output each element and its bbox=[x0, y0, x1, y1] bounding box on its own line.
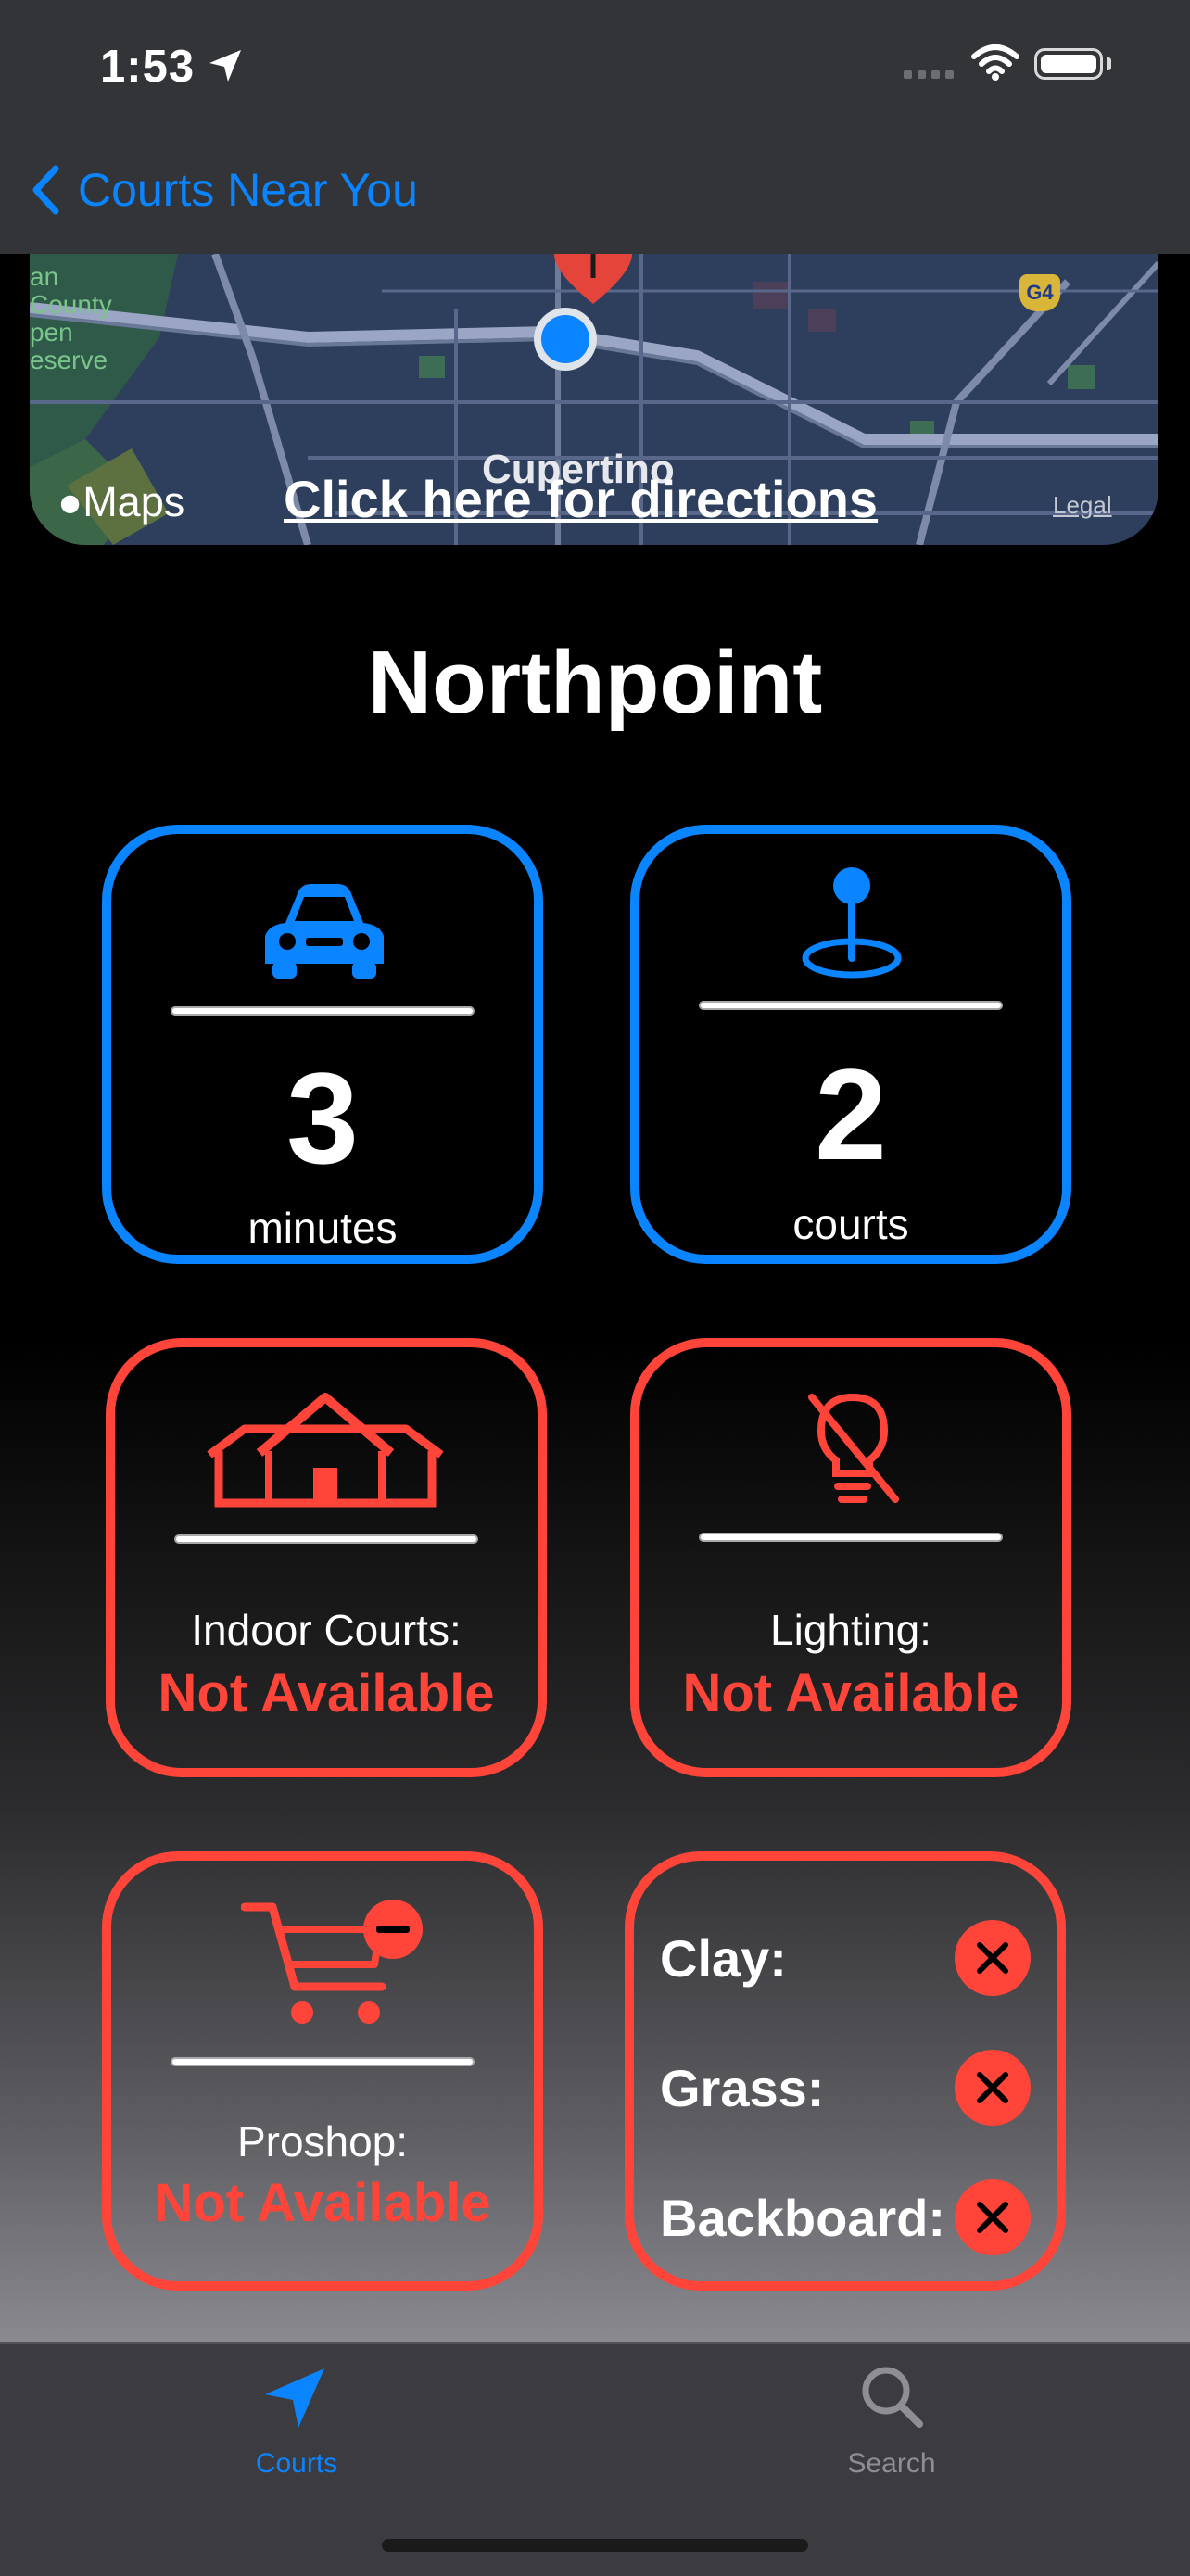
directions-link[interactable]: Click here for directions bbox=[284, 469, 878, 529]
surface-label: Clay: bbox=[660, 1928, 787, 1988]
court-count-card: 2 courts bbox=[630, 825, 1071, 1264]
card-divider bbox=[699, 1533, 1003, 1542]
battery-icon bbox=[1034, 48, 1103, 80]
card-divider bbox=[699, 1001, 1003, 1010]
status-time: 1:53 bbox=[100, 42, 196, 92]
map-legal-link[interactable]: Legal bbox=[1053, 491, 1112, 520]
map-view[interactable]: G4 an County pen eserve Cupertino ●Maps … bbox=[30, 254, 1158, 545]
surface-row-backboard: Backboard: bbox=[660, 2179, 1031, 2255]
highway-shield: G4 bbox=[1019, 274, 1060, 311]
surfaces-card: Clay: Grass: Backboard: bbox=[625, 1851, 1066, 2291]
card-divider bbox=[171, 2057, 475, 2066]
cellular-signal-icon bbox=[904, 70, 954, 79]
apple-logo-icon: ● bbox=[57, 478, 83, 525]
court-count-unit: courts bbox=[792, 1200, 909, 1248]
cart-minus-icon bbox=[241, 1900, 423, 2024]
map-pin-icon bbox=[802, 867, 902, 979]
court-name-heading: Northpoint bbox=[367, 633, 823, 732]
tab-search[interactable]: Search bbox=[753, 2344, 1031, 2502]
location-services-icon bbox=[209, 50, 241, 82]
tab-courts[interactable]: Courts bbox=[158, 2344, 436, 2502]
drive-time-unit: minutes bbox=[247, 1204, 398, 1252]
surface-label: Grass: bbox=[660, 2058, 825, 2117]
proshop-label: Proshop: bbox=[236, 2117, 409, 2166]
back-button-label: Courts Near You bbox=[78, 164, 418, 216]
drive-time-value: 3 bbox=[286, 1045, 359, 1191]
surface-row-clay: Clay: bbox=[660, 1920, 1031, 1996]
unavailable-x-icon bbox=[955, 2179, 1031, 2255]
tab-search-label: Search bbox=[847, 2448, 936, 2479]
car-icon bbox=[265, 884, 384, 979]
map-area-label: an County pen eserve bbox=[30, 262, 112, 374]
indoor-courts-card: Indoor Courts: Not Available bbox=[106, 1338, 547, 1777]
battery-tip bbox=[1107, 57, 1111, 70]
lighting-label: Lighting: bbox=[770, 1606, 931, 1654]
drive-time-card: 3 minutes bbox=[102, 825, 543, 1264]
lightbulb-slash-icon bbox=[808, 1393, 899, 1503]
destination-pin-icon bbox=[554, 254, 632, 304]
court-count-value: 2 bbox=[815, 1042, 887, 1187]
surface-label: Backboard: bbox=[660, 2188, 946, 2247]
indoor-courts-label: Indoor Courts: bbox=[191, 1606, 462, 1654]
card-divider bbox=[174, 1534, 478, 1544]
home-indicator bbox=[382, 2539, 808, 2552]
surface-row-grass: Grass: bbox=[660, 2050, 1031, 2126]
tab-courts-label: Courts bbox=[255, 2448, 338, 2479]
indoor-courts-status: Not Available bbox=[158, 1663, 495, 1724]
proshop-status: Not Available bbox=[154, 2173, 491, 2233]
proshop-card: Proshop: Not Available bbox=[102, 1851, 543, 2291]
unavailable-x-icon bbox=[955, 2050, 1031, 2126]
lighting-card: Lighting: Not Available bbox=[630, 1338, 1071, 1777]
card-divider bbox=[171, 1006, 475, 1016]
house-icon bbox=[207, 1393, 444, 1508]
back-button[interactable]: Courts Near You bbox=[32, 163, 418, 217]
maps-brand: ●Maps bbox=[57, 478, 185, 525]
chevron-left-icon bbox=[32, 165, 59, 215]
lighting-status: Not Available bbox=[682, 1663, 1019, 1724]
wifi-icon bbox=[971, 44, 1019, 81]
unavailable-x-icon bbox=[955, 1920, 1031, 1996]
user-location-dot-icon bbox=[534, 308, 597, 371]
location-arrow-icon bbox=[265, 2368, 324, 2428]
magnifier-icon bbox=[862, 2367, 923, 2428]
